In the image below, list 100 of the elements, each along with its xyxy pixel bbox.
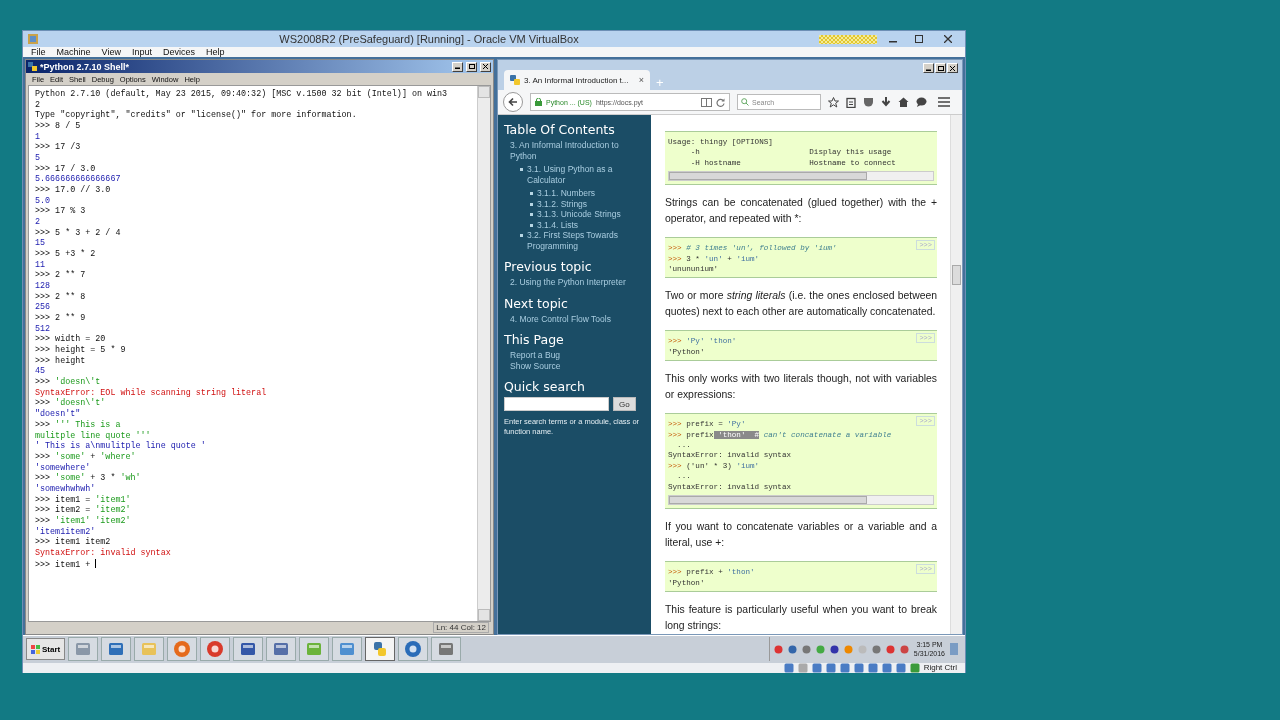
sidebar-heading: Previous topic bbox=[504, 259, 593, 274]
bullet-icon bbox=[530, 192, 533, 195]
close-button[interactable] bbox=[480, 61, 491, 72]
star-icon[interactable] bbox=[828, 96, 839, 108]
menu-item[interactable]: File bbox=[31, 47, 46, 57]
menu-icon[interactable] bbox=[938, 97, 950, 107]
tab-close[interactable]: × bbox=[638, 75, 644, 85]
scrollbar[interactable] bbox=[477, 86, 490, 621]
shell-line: >>> height bbox=[35, 355, 87, 367]
shell-line: >>> 17 /3 bbox=[35, 142, 82, 154]
shell-line: Type "copyright", "credits" or "license()" for more information. bbox=[35, 110, 358, 121]
shell-line: SyntaxError: invalid syntax bbox=[35, 547, 172, 559]
chat-icon[interactable] bbox=[916, 97, 927, 107]
scrollbar[interactable] bbox=[668, 495, 934, 506]
maximize-button[interactable] bbox=[935, 63, 946, 73]
shell-line: >>> 17 % 3 bbox=[35, 206, 87, 218]
close-icon bbox=[944, 35, 952, 43]
shell-line: 512 bbox=[35, 323, 52, 335]
taskbar-button[interactable] bbox=[200, 637, 231, 662]
bullet-icon bbox=[530, 202, 533, 206]
reader-icon[interactable] bbox=[701, 97, 712, 107]
scrollbar[interactable] bbox=[668, 171, 934, 182]
home-icon[interactable] bbox=[898, 97, 909, 107]
toc-link[interactable]: 3.1.4. Lists bbox=[537, 219, 579, 230]
status-icon[interactable] bbox=[853, 662, 864, 673]
reload-icon[interactable] bbox=[716, 97, 725, 107]
status-icon[interactable] bbox=[783, 662, 794, 673]
shell-line: >>> 2 ** 8 bbox=[35, 291, 87, 303]
shell-line: >>> 17 / 3.0 bbox=[35, 163, 97, 175]
shell-line: >>> item1 = 'item1' bbox=[35, 494, 132, 505]
shell-line: >>> height = 5 * 9 bbox=[35, 345, 127, 356]
shell-line: 2 bbox=[35, 99, 42, 111]
shell-line: 5.666666666666667 bbox=[35, 174, 122, 185]
status-icon[interactable] bbox=[867, 662, 878, 673]
shell-line: >>> 'doesn\'t' bbox=[35, 398, 107, 409]
shell-line: >>> 8 / 5 bbox=[35, 121, 82, 132]
shell-line: >>> item1 item2 bbox=[35, 537, 112, 548]
taskbar-button[interactable] bbox=[398, 637, 429, 662]
go-button[interactable]: Go bbox=[613, 397, 636, 411]
toc-link[interactable]: 2. Using the Python Interpreter bbox=[510, 277, 626, 288]
menu-item[interactable]: Help bbox=[205, 47, 225, 57]
toc-link[interactable]: Show Source bbox=[510, 360, 561, 371]
taskbar-button[interactable] bbox=[431, 637, 462, 662]
maximize-icon bbox=[915, 35, 923, 43]
taskbar-button[interactable] bbox=[332, 637, 363, 662]
status-icon[interactable] bbox=[909, 662, 920, 673]
title-decoration bbox=[819, 34, 877, 44]
minimize-button[interactable] bbox=[923, 63, 934, 73]
maximize-button[interactable] bbox=[466, 61, 477, 72]
taskbar-button[interactable] bbox=[68, 637, 99, 662]
paragraph: Two or more string literals (i.e. the ones enclosed between quotes) next to each other are automatically concatenated. bbox=[665, 289, 937, 320]
shell-line: "doesn't" bbox=[35, 409, 82, 420]
lock-icon bbox=[535, 98, 542, 106]
host-key-label: Right Ctrl bbox=[923, 663, 957, 673]
browser-tab[interactable]: 3. An Informal Introduction t... × bbox=[504, 70, 650, 90]
menu-item[interactable]: View bbox=[101, 47, 121, 57]
paragraph: If you want to concatenate variables or a variable and a literal, use +: bbox=[665, 520, 937, 551]
taskbar-button[interactable] bbox=[266, 637, 297, 662]
toc-link[interactable]: 3.1.1. Numbers bbox=[537, 188, 596, 199]
toc-link[interactable]: 3.1.3. Unicode Strings bbox=[537, 209, 621, 220]
shell-line: >>> 2 ** 9 bbox=[35, 313, 87, 324]
window-title: WS2008R2 (PreSafeguard) [Running] - Oracle VM VirtualBox bbox=[278, 33, 580, 45]
sidebar-heading: Table Of Contents bbox=[504, 122, 616, 137]
status-icon[interactable] bbox=[825, 662, 836, 673]
menu-item[interactable]: Input bbox=[131, 47, 152, 57]
toc-link[interactable]: 3.2. First Steps Towards Programming bbox=[527, 230, 645, 251]
status-icon[interactable] bbox=[811, 662, 822, 673]
shell-line: 11 bbox=[35, 259, 47, 271]
snake-icon bbox=[510, 75, 520, 85]
clipboard-icon[interactable] bbox=[846, 96, 856, 108]
status-icon[interactable] bbox=[797, 662, 808, 673]
toc-link[interactable]: Report a Bug bbox=[510, 350, 561, 361]
taskbar-button[interactable] bbox=[365, 637, 396, 662]
status-icon[interactable] bbox=[895, 662, 906, 673]
taskbar-button[interactable] bbox=[233, 637, 264, 662]
status-icon[interactable] bbox=[839, 662, 850, 673]
toc-link[interactable]: 3.1.2. Strings bbox=[537, 198, 588, 209]
close-button[interactable] bbox=[947, 63, 958, 73]
menu-item[interactable]: Devices bbox=[162, 47, 195, 57]
toc-link[interactable]: 4. More Control Flow Tools bbox=[510, 313, 611, 324]
toc-link[interactable]: 3.1. Using Python as a Calculator bbox=[527, 164, 645, 185]
search-field[interactable] bbox=[504, 397, 609, 411]
start-button[interactable]: Start bbox=[26, 638, 66, 661]
menu-item[interactable]: Machine bbox=[56, 47, 91, 57]
shield-icon[interactable] bbox=[863, 97, 874, 107]
download-icon[interactable] bbox=[881, 96, 891, 108]
bullet-icon bbox=[520, 168, 523, 171]
shell-line: ' This is a\nmulitple line quote ' bbox=[35, 441, 207, 452]
toc-link[interactable]: 3. An Informal Introduction to Python bbox=[510, 140, 645, 161]
shell-line: 45 bbox=[35, 366, 47, 378]
shell-line: SyntaxError: EOL while scanning string literal bbox=[35, 387, 268, 398]
shell-line: >>> 'some' + 3 * 'wh' bbox=[35, 473, 142, 484]
taskbar-button[interactable] bbox=[167, 637, 198, 662]
app-icon bbox=[27, 33, 39, 45]
back-button[interactable] bbox=[503, 92, 523, 112]
taskbar-button[interactable] bbox=[101, 637, 132, 662]
shell-line: >>> 'some' + 'where' bbox=[35, 451, 137, 463]
scrollbar[interactable] bbox=[950, 115, 962, 634]
minimize-button[interactable] bbox=[452, 61, 463, 72]
status-icon[interactable] bbox=[881, 662, 892, 673]
